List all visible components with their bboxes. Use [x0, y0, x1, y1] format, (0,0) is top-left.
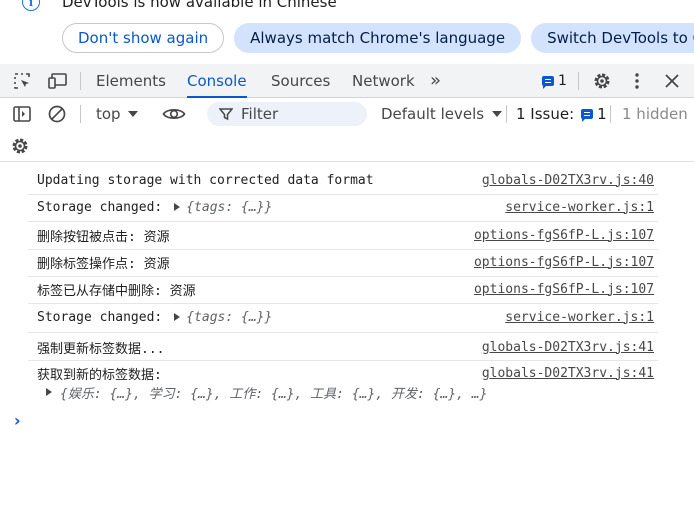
console-message: 删除标签操作点: 资源 options-fgS6fP-L.js:107 [0, 249, 694, 277]
expand-triangle-icon[interactable] [174, 313, 181, 321]
message-source-link[interactable]: globals-D02TX3rv.js:41 [482, 334, 654, 360]
console-message: Updating storage with corrected data for… [0, 167, 694, 195]
message-text: Storage changed: {tags: {…}} [37, 199, 273, 215]
device-toolbar-icon[interactable] [46, 69, 70, 93]
filter-funnel-icon [219, 108, 233, 121]
message-object[interactable]: {tags: {…}} [186, 200, 272, 215]
message-text: 删除标签操作点: 资源 [37, 256, 170, 272]
close-devtools-icon[interactable] [660, 69, 684, 93]
context-selector[interactable]: top [96, 102, 138, 126]
console-message: 标签已从存储中删除: 资源 options-fgS6fP-L.js:107 [0, 276, 694, 304]
message-text: 强制更新标签数据... [37, 341, 165, 357]
message-text: Storage changed: {tags: {…}} [37, 309, 273, 325]
live-expression-eye-icon[interactable] [162, 102, 186, 126]
message-source-link[interactable]: options-fgS6fP-L.js:107 [474, 276, 654, 302]
match-chrome-language-button[interactable]: Always match Chrome's language [234, 23, 522, 53]
chevron-down-icon [127, 111, 138, 117]
settings-gear-icon[interactable] [590, 69, 614, 93]
devtools-tab-bar: Elements Console Sources Network » 1 [0, 64, 694, 98]
console-message: 强制更新标签数据... globals-D02TX3rv.js:41 [0, 334, 694, 361]
messages-count: 1 [558, 73, 567, 89]
issue-message-icon [581, 109, 594, 122]
message-source-link[interactable]: globals-D02TX3rv.js:40 [482, 167, 654, 193]
message-source-link[interactable]: globals-D02TX3rv.js:41 [482, 360, 654, 386]
console-message: Storage changed: {tags: {…}} service-wor… [0, 304, 694, 333]
tab-network[interactable]: Network [352, 64, 415, 97]
message-icon [542, 76, 554, 89]
issues-counter[interactable]: 1 Issue: 1 [516, 102, 607, 126]
tab-separator [80, 72, 81, 90]
filter-placeholder: Filter [241, 105, 279, 123]
info-icon: i [22, 0, 40, 11]
infobar-buttons: Don't show again Always match Chrome's l… [62, 23, 694, 53]
expand-triangle-icon[interactable] [174, 203, 181, 211]
toolbar-separator [80, 105, 81, 123]
expand-triangle-icon[interactable] [46, 388, 52, 396]
console-toolbar: top Filter Default levels 1 Issue: 1 1 h… [0, 98, 694, 162]
more-tabs-icon[interactable]: » [430, 64, 441, 97]
message-text: 标签已从存储中删除: 资源 [37, 283, 196, 299]
language-infobar: i DevTools is now available in Chinese D… [0, 0, 694, 64]
console-settings-gear-icon[interactable] [8, 134, 32, 158]
message-source-link[interactable]: options-fgS6fP-L.js:107 [474, 222, 654, 248]
message-source-link[interactable]: service-worker.js:1 [505, 304, 654, 330]
console-message: 删除按钮被点击: 资源 options-fgS6fP-L.js:107 [0, 222, 694, 250]
toolbar-separator [506, 105, 507, 123]
clear-console-icon[interactable] [45, 102, 69, 126]
console-prompt-icon[interactable]: › [14, 411, 21, 430]
tab-sources[interactable]: Sources [271, 64, 330, 97]
dont-show-again-button[interactable]: Don't show again [62, 23, 225, 53]
message-source-link[interactable]: service-worker.js:1 [505, 194, 654, 220]
log-levels-dropdown[interactable]: Default levels [381, 102, 503, 126]
inspect-element-icon[interactable] [10, 69, 34, 93]
message-object[interactable]: {tags: {…}} [186, 310, 272, 325]
tags-object-preview[interactable]: {娱乐: {…}, 学习: {…}, 工作: {…}, 工具: {…}, 开发:… [60, 383, 487, 402]
console-output: Updating storage with corrected data for… [0, 163, 694, 519]
infobar-message: DevTools is now available in Chinese [62, 0, 337, 11]
issues-count: 1 [597, 105, 607, 123]
filter-input[interactable]: Filter [207, 102, 367, 126]
tab-elements[interactable]: Elements [96, 64, 166, 97]
message-source-link[interactable]: options-fgS6fP-L.js:107 [474, 249, 654, 275]
sidebar-toggle-icon[interactable] [10, 102, 34, 126]
message-text: 删除按钮被点击: 资源 [37, 229, 170, 245]
tab-separator [578, 72, 579, 90]
infobar-message-row: i DevTools is now available in Chinese [22, 0, 337, 13]
messages-badge[interactable]: 1 [542, 70, 567, 92]
context-value: top [96, 105, 121, 123]
toolbar-separator [610, 105, 611, 123]
switch-devtools-language-button[interactable]: Switch DevTools to Chinese [531, 23, 694, 53]
more-options-icon[interactable] [625, 69, 649, 93]
message-text: Updating storage with corrected data for… [37, 172, 374, 188]
expanded-object-row[interactable]: {娱乐: {…}, 学习: {…}, 工作: {…}, 工具: {…}, 开发:… [46, 381, 487, 403]
issues-label: 1 Issue: [516, 105, 575, 123]
console-message: Storage changed: {tags: {…}} service-wor… [0, 194, 694, 222]
tab-console[interactable]: Console [187, 64, 247, 98]
hidden-messages-count: 1 hidden [622, 105, 688, 123]
chevron-down-icon [492, 111, 503, 117]
log-levels-value: Default levels [381, 105, 485, 123]
